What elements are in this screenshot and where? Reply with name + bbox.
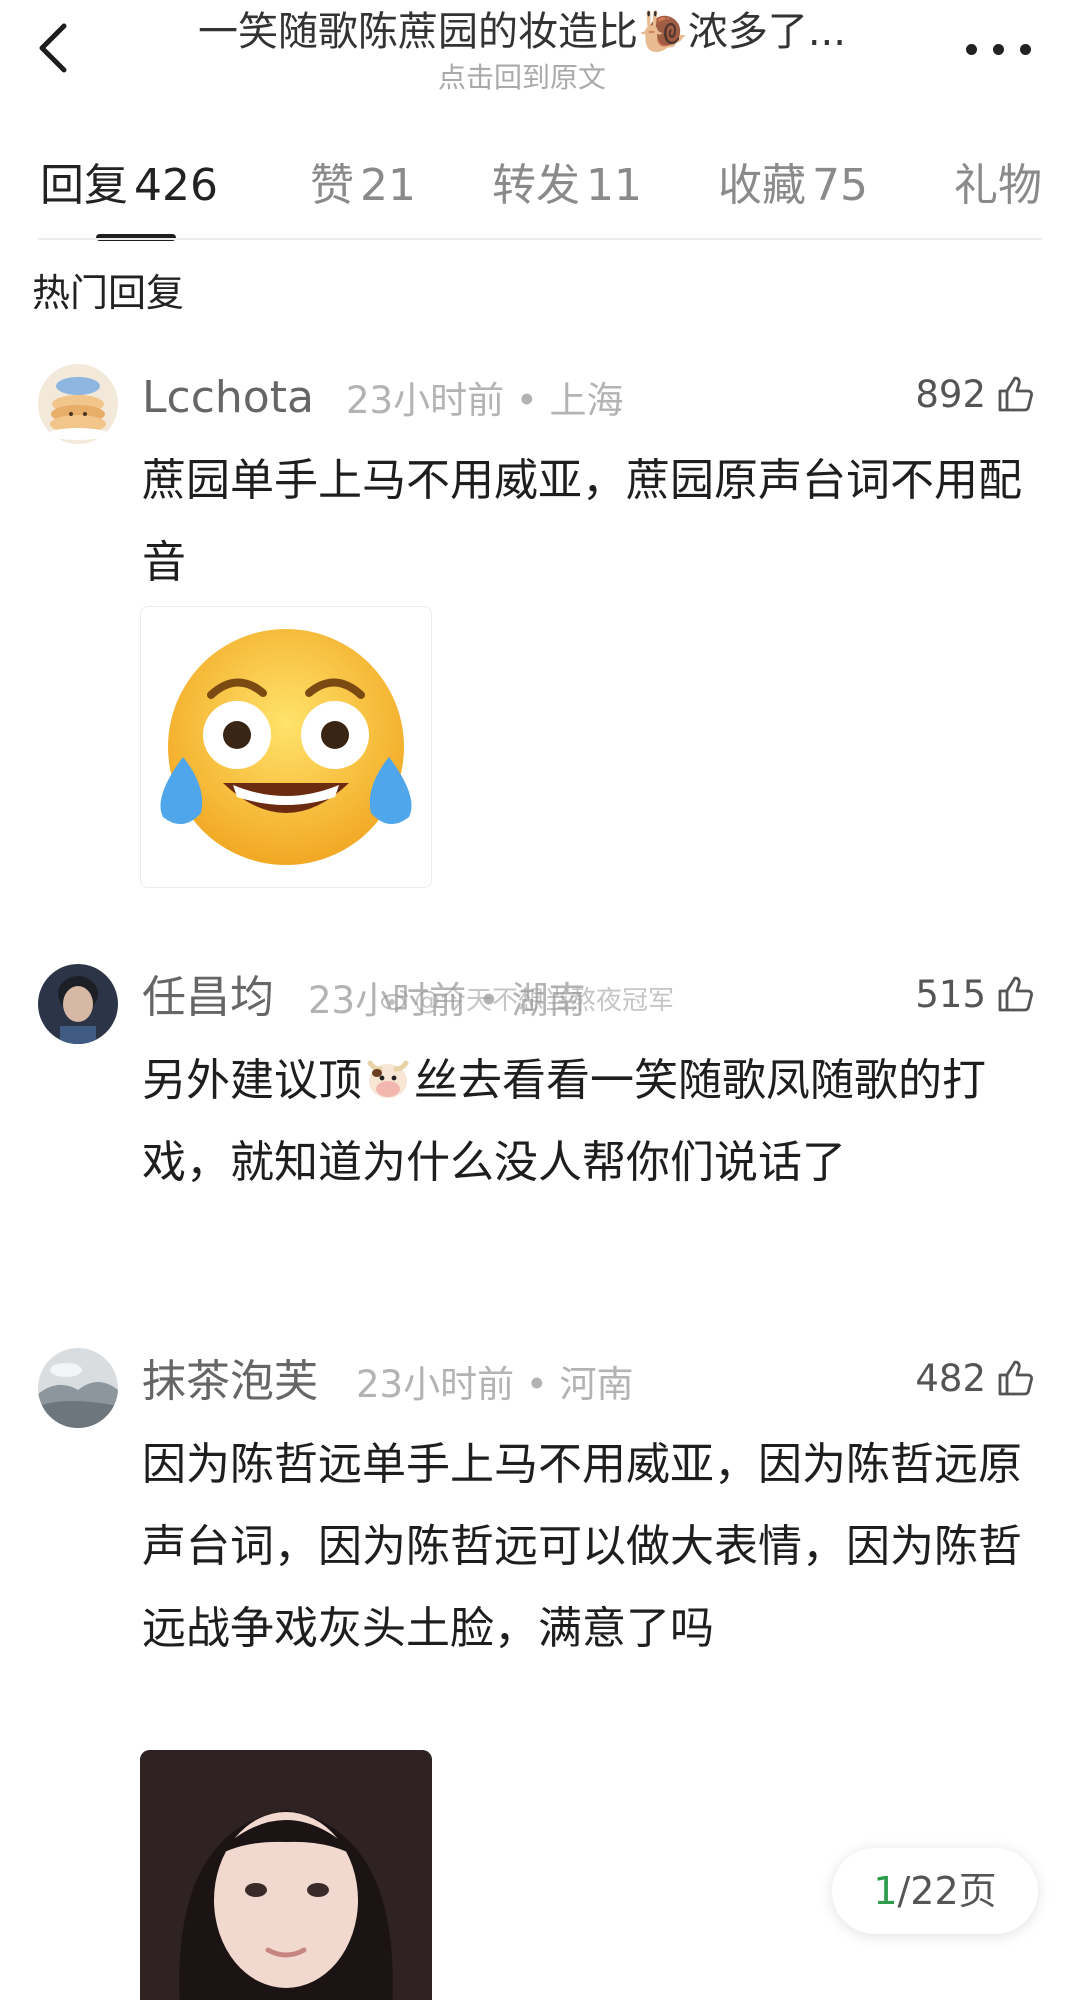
like-button[interactable]: 482 <box>915 1350 1036 1406</box>
avatar[interactable] <box>38 1348 118 1428</box>
tab-replies[interactable]: 回复 426 <box>40 156 218 216</box>
crying-laughing-emoji-icon <box>160 629 412 865</box>
watermark-text: @今天不想当熬夜冠军 <box>414 986 675 1016</box>
tab-count: 426 <box>134 160 218 211</box>
back-to-original-link[interactable]: 点击回到原文 <box>122 60 922 96</box>
avatar[interactable] <box>38 364 118 444</box>
screen: 一笑随歌陈蔗园的妆造比🐌浓多了... 点击回到原文 回复 426 赞 21 转发 11… <box>0 0 1080 2000</box>
pancake-avatar-icon <box>38 364 118 444</box>
post-title[interactable]: 一笑随歌陈蔗园的妆造比🐌浓多了... <box>122 6 922 58</box>
tab-count: 21 <box>360 160 416 211</box>
like-count: 515 <box>915 972 986 1016</box>
username[interactable]: Lcchota <box>142 370 314 426</box>
thumbs-up-icon <box>998 976 1033 1012</box>
weibo-logo-icon <box>381 989 408 1010</box>
comment-image[interactable] <box>140 606 432 888</box>
dot-separator: • <box>525 1363 560 1406</box>
avatar[interactable] <box>38 964 118 1044</box>
back-button[interactable] <box>28 16 84 80</box>
tab-label: 收藏 <box>718 160 806 211</box>
username[interactable]: 任昌均 <box>142 970 274 1026</box>
cloud-landscape-avatar-icon <box>38 1348 118 1428</box>
thumbs-up-icon <box>998 376 1033 412</box>
tab-reposts[interactable]: 转发 11 <box>492 156 642 216</box>
more-dots-icon <box>993 44 1004 55</box>
tab-gifts[interactable]: 礼物 <box>954 156 1040 216</box>
thumbs-up-icon <box>998 1360 1033 1396</box>
tab-count: 75 <box>812 160 868 211</box>
comment-time: 23小时前 <box>356 1363 515 1406</box>
more-dots-icon <box>966 44 977 55</box>
comment-text: 因为陈哲远单手上马不用威亚，因为陈哲远原声台词，因为陈哲远可以做大表情，因为陈哲… <box>142 1439 1022 1654</box>
watermark: @今天不想当熬夜冠军 <box>380 980 674 1017</box>
current-page: 1 <box>873 1869 898 1913</box>
comment-text-part: 另外建议顶 <box>142 1055 362 1106</box>
page-indicator[interactable]: 1/22页 <box>832 1848 1038 1934</box>
chevron-left-icon <box>39 23 67 73</box>
like-button[interactable]: 892 <box>915 366 1036 422</box>
more-options-button[interactable] <box>964 30 1034 70</box>
cow-emoji-icon <box>367 1060 409 1098</box>
comment-time: 23小时前 <box>346 379 505 422</box>
tab-favorites[interactable]: 收藏 75 <box>718 156 868 216</box>
like-button[interactable]: 515 <box>915 966 1036 1022</box>
comment-image[interactable] <box>140 1750 432 2000</box>
comment-text: 蔗园单手上马不用威亚，蔗园原声台词不用配音 <box>142 455 1022 588</box>
tab-label: 转发 <box>492 160 580 211</box>
tab-label: 赞 <box>310 160 354 211</box>
tab-count: 11 <box>586 160 642 211</box>
comment-meta: 23小时前 • 上海 <box>346 376 623 426</box>
hot-replies-heading: 热门回复 <box>32 271 185 315</box>
tab-likes[interactable]: 赞 21 <box>310 156 416 216</box>
comment-location: 河南 <box>559 1363 634 1406</box>
username[interactable]: 抹茶泡芙 <box>142 1354 318 1410</box>
portrait-avatar-icon <box>38 964 118 1044</box>
tab-bar: 回复 426 赞 21 转发 11 收藏 75 礼物 <box>0 150 1080 241</box>
top-bar: 一笑随歌陈蔗园的妆造比🐌浓多了... 点击回到原文 <box>0 0 1080 130</box>
tab-label: 回复 <box>40 160 128 211</box>
girl-photo-icon <box>140 1750 432 2000</box>
comment-meta: 23小时前 • 河南 <box>356 1360 633 1410</box>
dot-separator: • <box>515 379 550 422</box>
divider <box>38 238 1042 240</box>
like-count: 482 <box>915 1356 986 1400</box>
comment-item: Lcchota 23小时前 • 上海 892 蔗园单手上马不用威亚，蔗园原声台词… <box>0 364 1080 894</box>
tab-label: 礼物 <box>954 160 1040 211</box>
comment-text: 另外建议顶 丝去看看一笑随歌凤随歌的打戏，就知道为什么没人帮你们说话了 <box>142 1040 1042 1204</box>
more-dots-icon <box>1020 44 1031 55</box>
comment-location: 上海 <box>549 379 624 422</box>
total-pages: /22页 <box>897 1869 997 1913</box>
like-count: 892 <box>915 372 986 416</box>
